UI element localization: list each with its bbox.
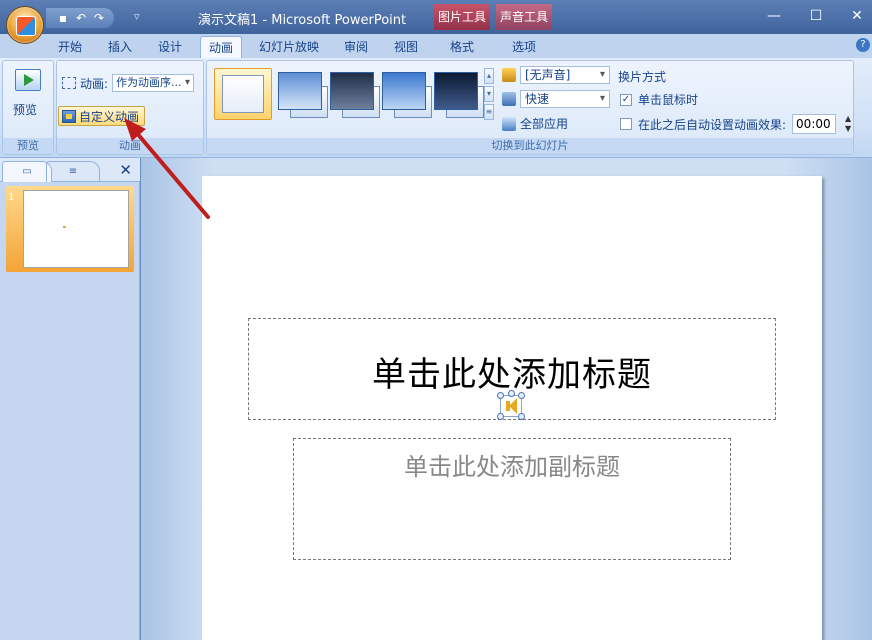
time-spinner[interactable]: ▲ ▼ — [842, 114, 854, 134]
annotation-arrow — [124, 118, 210, 219]
transition-none-thumb[interactable] — [214, 68, 272, 120]
auto-advance-time-input[interactable]: 00:00 — [792, 114, 837, 134]
auto-advance-label: 在此之后自动设置动画效果: — [638, 117, 787, 132]
sound-icon — [502, 68, 516, 82]
resize-handle[interactable] — [518, 413, 525, 420]
office-button[interactable] — [6, 6, 44, 44]
slide-thumbnail-page — [23, 190, 129, 268]
gallery-more-icon[interactable]: ≡ — [484, 104, 494, 120]
tab-view[interactable]: 视图 — [388, 36, 424, 58]
animation-row: 动画: 作为动画序... — [62, 74, 195, 92]
tab-slideshow[interactable]: 幻灯片放映 — [254, 36, 324, 58]
context-tab-picture-tools: 图片工具 — [434, 4, 490, 30]
transition-fade-thumb[interactable] — [278, 72, 330, 120]
transition-cut-black-thumb[interactable] — [434, 72, 486, 120]
transition-gallery — [212, 64, 484, 132]
office-logo-icon — [16, 16, 36, 36]
preview-button-label[interactable]: 预览 — [13, 101, 37, 118]
preview-group-label: 预览 — [3, 138, 53, 154]
animation-select[interactable]: 作为动画序... — [112, 74, 195, 92]
speed-row: 快速 — [502, 90, 610, 108]
subtitle-placeholder-text: 单击此处添加副标题 — [404, 453, 620, 481]
transition-group-label: 切换到此幻灯片 — [207, 138, 853, 154]
animate-icon — [62, 77, 76, 89]
sound-row: [无声音] — [502, 66, 610, 84]
transition-cut-thumb[interactable] — [382, 72, 434, 120]
title-bar: ▪ ↶ ↷ ▿ 演示文稿1 - Microsoft PowerPoint 图片工… — [0, 0, 872, 34]
tab-review[interactable]: 审阅 — [338, 36, 374, 58]
preview-icon[interactable] — [15, 69, 41, 91]
help-icon[interactable]: ? — [856, 38, 870, 52]
on-click-label: 单击鼠标时 — [638, 93, 699, 107]
minimize-button[interactable]: — — [755, 4, 793, 28]
ribbon-tabs: 开始 插入 设计 动画 幻灯片放映 审阅 视图 格式 选项 ? — [0, 34, 872, 58]
subtitle-placeholder[interactable]: 单击此处添加副标题 — [293, 438, 731, 560]
slides-pane: ▭ ≡ ✕ 1 — [0, 158, 140, 640]
slide-number: 1 — [8, 192, 15, 203]
custom-animation-icon — [62, 109, 76, 123]
transition-sound-select[interactable]: [无声音] — [520, 66, 610, 84]
on-click-row: ✓ 单击鼠标时 — [620, 91, 698, 108]
tab-slides[interactable]: ▭ — [2, 161, 52, 182]
tab-outline[interactable]: ≡ — [46, 161, 100, 182]
redo-icon[interactable]: ↷ — [92, 11, 106, 25]
auto-advance-row: 在此之后自动设置动画效果: 00:00 ▲ ▼ — [620, 114, 854, 134]
transition-black-thumb[interactable] — [330, 72, 382, 120]
tab-format[interactable]: 格式 — [444, 36, 480, 58]
rotate-handle[interactable] — [508, 390, 515, 397]
apply-all-button[interactable]: 全部应用 — [502, 115, 568, 132]
undo-icon[interactable]: ↶ — [74, 11, 88, 25]
apply-all-label: 全部应用 — [520, 117, 569, 131]
window-title: 演示文稿1 - Microsoft PowerPoint — [198, 13, 407, 28]
speed-icon — [502, 92, 516, 106]
auto-advance-checkbox[interactable] — [620, 118, 632, 130]
gallery-down-icon[interactable]: ▾ — [484, 86, 494, 102]
slide-thumbnail[interactable] — [6, 186, 134, 272]
gallery-scroll: ▴ ▾ ≡ — [484, 68, 494, 120]
preview-group: 预览 预览 — [2, 60, 54, 155]
on-click-checkbox[interactable]: ✓ — [620, 93, 632, 106]
slide-workspace: 单击此处添加标题 单击此处添加副标题 — [141, 158, 872, 640]
tab-animation[interactable]: 动画 — [200, 36, 242, 58]
tab-options[interactable]: 选项 — [506, 36, 542, 58]
transition-speed-select[interactable]: 快速 — [520, 90, 610, 108]
close-button[interactable]: ✕ — [838, 4, 872, 28]
animation-label: 动画: — [80, 76, 109, 91]
tab-home[interactable]: 开始 — [52, 36, 88, 58]
slide-canvas[interactable]: 单击此处添加标题 单击此处添加副标题 — [202, 176, 822, 640]
quick-access-toolbar: ▪ ↶ ↷ — [46, 8, 114, 28]
resize-handle[interactable] — [497, 392, 504, 399]
title-placeholder-text: 单击此处添加标题 — [372, 355, 652, 395]
tab-insert[interactable]: 插入 — [102, 36, 138, 58]
apply-all-icon — [502, 116, 516, 131]
pane-tabs: ▭ ≡ ✕ — [0, 158, 140, 182]
resize-handle[interactable] — [497, 413, 504, 420]
context-tab-sound-tools: 声音工具 — [496, 4, 552, 30]
maximize-button[interactable]: ☐ — [797, 4, 835, 28]
gallery-up-icon[interactable]: ▴ — [484, 68, 494, 84]
resize-handle[interactable] — [518, 392, 525, 399]
qat-customize-icon[interactable]: ▿ — [134, 10, 140, 23]
tab-design[interactable]: 设计 — [152, 36, 188, 58]
advance-slide-title: 换片方式 — [618, 70, 667, 84]
save-icon[interactable]: ▪ — [56, 11, 70, 25]
